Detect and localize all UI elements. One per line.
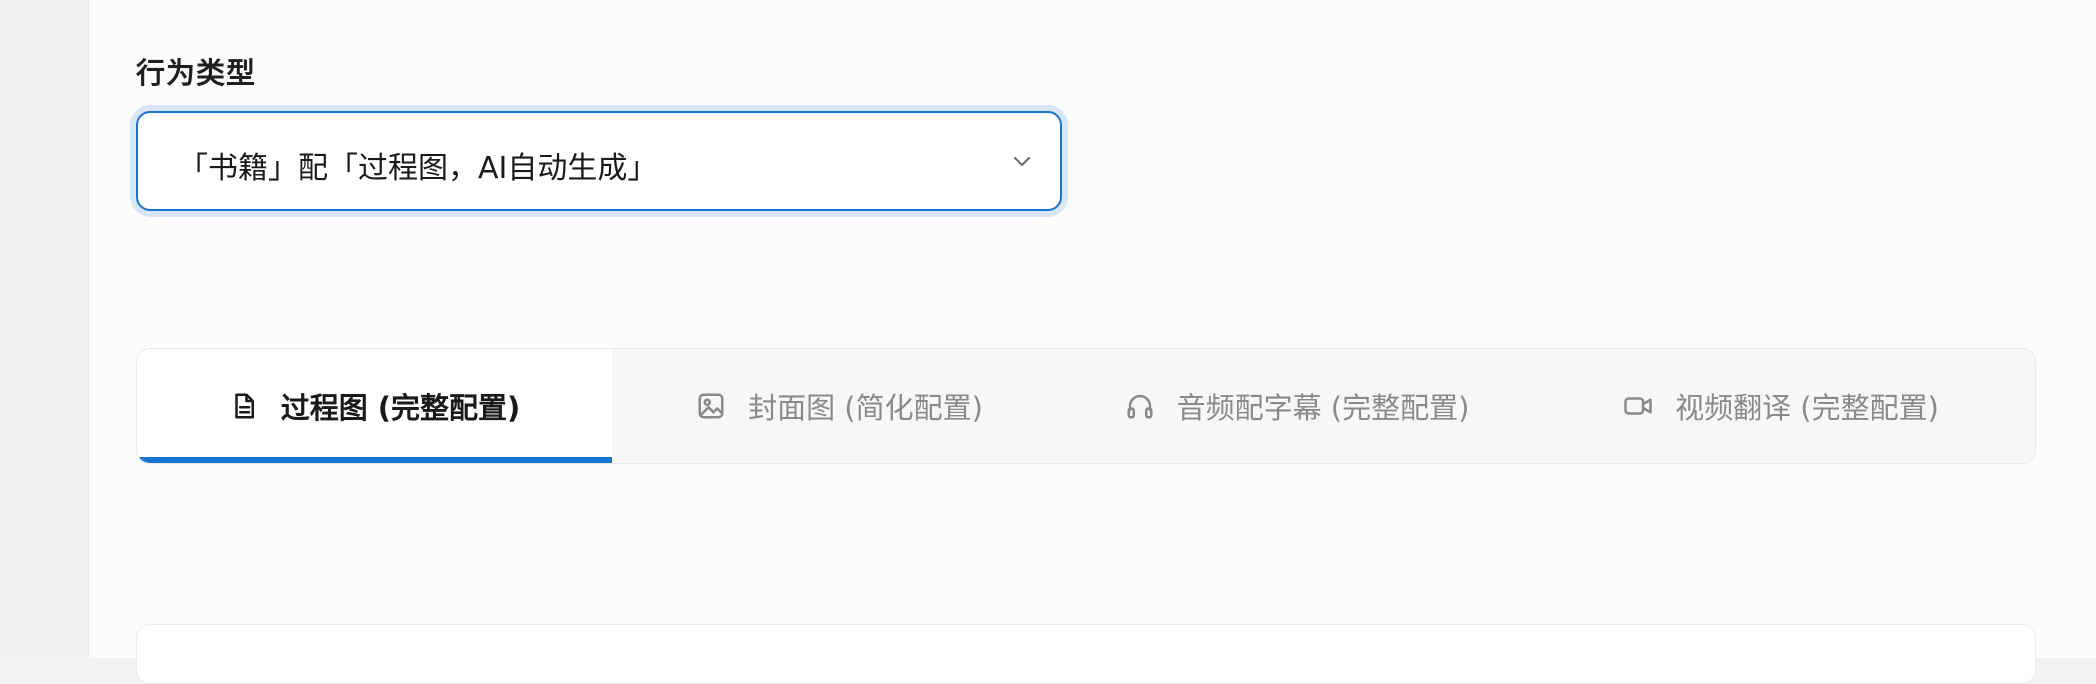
behavior-type-select[interactable]: 「书籍」配「过程图，AI自动生成」 (136, 111, 1062, 211)
tab-label: 音频配字幕 (完整配置) (1176, 391, 1470, 425)
main-panel (88, 0, 2096, 658)
tab-audio-subtitles[interactable]: 音频配字幕 (完整配置) (1067, 349, 1527, 463)
config-card (136, 624, 2036, 684)
document-icon (234, 393, 254, 419)
behavior-type-value: 「书籍」配「过程图，AI自动生成」 (178, 151, 658, 186)
tab-label: 视频翻译 (完整配置) (1675, 391, 1939, 425)
tab-label: 过程图 (完整配置) (280, 391, 521, 425)
config-tab-bar: 过程图 (完整配置) 封面图 (简化配置) 音频配字幕 (完整配置) 视频翻译 … (136, 348, 2036, 464)
video-camera-icon (1624, 397, 1652, 415)
sidebar-gutter (0, 0, 88, 658)
tab-cover-image[interactable]: 封面图 (简化配置) (612, 349, 1067, 463)
chevron-down-icon (1014, 157, 1030, 166)
headphones-icon (1127, 394, 1153, 419)
tab-label: 封面图 (简化配置) (748, 391, 983, 425)
tab-video-translation[interactable]: 视频翻译 (完整配置) (1527, 349, 2035, 463)
tab-process-image[interactable]: 过程图 (完整配置) (137, 349, 612, 463)
behavior-type-label: 行为类型 (136, 56, 257, 90)
image-icon (698, 393, 724, 419)
